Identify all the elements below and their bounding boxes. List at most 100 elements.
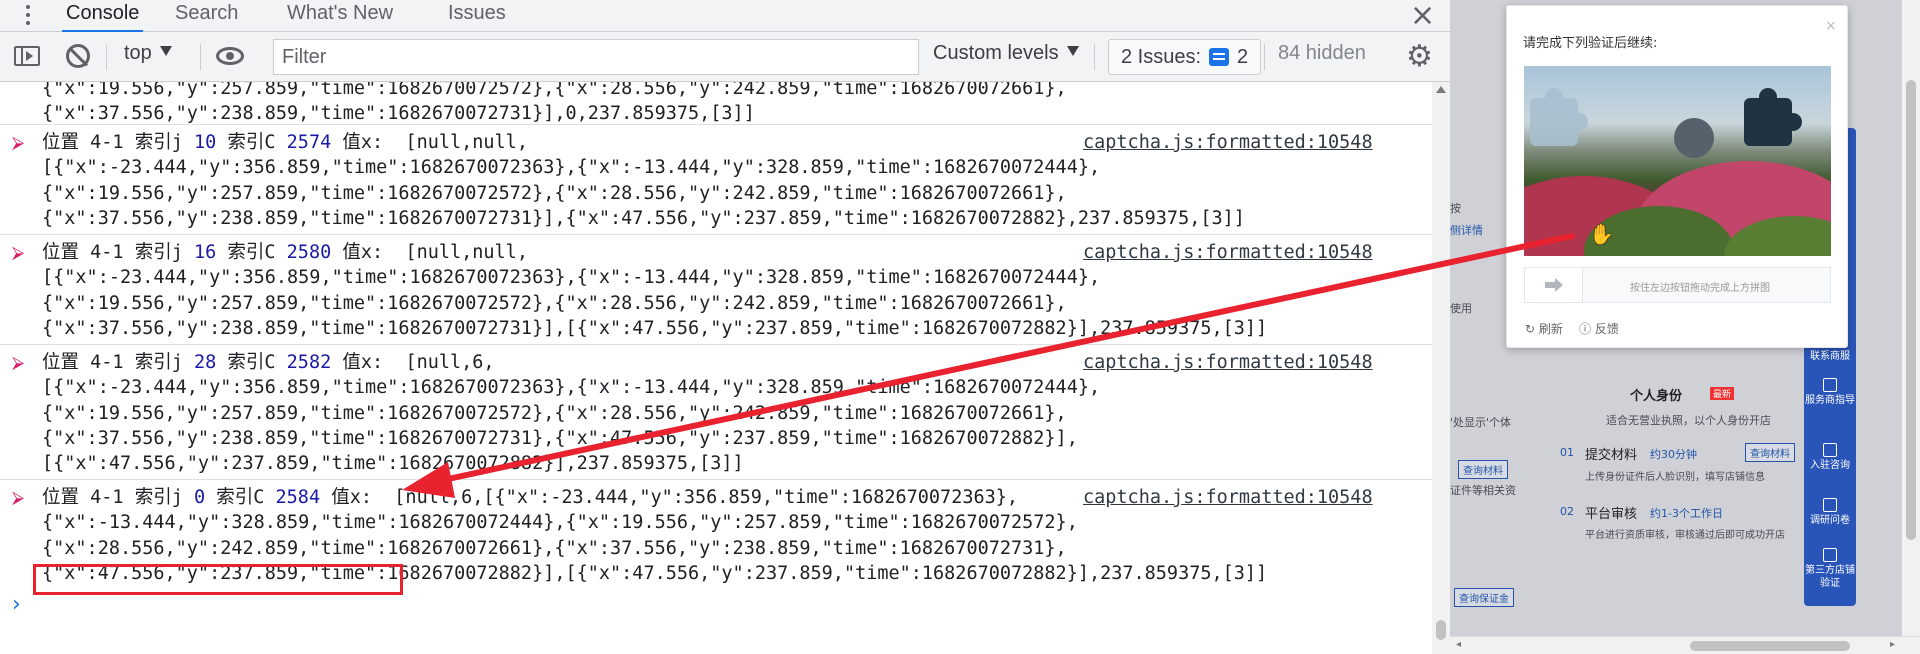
heart-icon — [1823, 443, 1837, 457]
message-line: {"x":37.556,"y":238.859,"time":168267007… — [42, 317, 1268, 339]
context-label: top — [124, 42, 152, 64]
tab-console[interactable]: Console — [62, 0, 144, 32]
page-text: '处显示'个体 — [1450, 416, 1512, 429]
message-line: {"x":37.556,"y":238.859,"time":168267007… — [42, 207, 1245, 229]
source-link[interactable]: captcha.js:formatted:10548 — [1083, 350, 1373, 375]
rail-item-guide[interactable]: 服务商指导 — [1804, 378, 1856, 407]
message-line: {"x":-13.444,"y":328.859,"time":16826700… — [42, 512, 1078, 534]
step-title: 提交材料 — [1585, 448, 1638, 463]
refresh-icon: ↻ — [1525, 322, 1539, 336]
page-link[interactable]: 侧详情 — [1450, 222, 1483, 238]
step-time: 约1-3个工作日 — [1650, 507, 1723, 520]
issues-label: 2 Issues: — [1121, 45, 1202, 68]
filter-input[interactable] — [273, 39, 919, 75]
message-line: [{"x":-23.444,"y":356.859,"time":1682670… — [42, 377, 1101, 399]
message-line: [{"x":-23.444,"y":356.859,"time":1682670… — [42, 267, 1101, 289]
gear-icon[interactable]: ⚙ — [1406, 42, 1433, 72]
captcha-title: 请完成下列验证后继续: — [1523, 36, 1658, 51]
hidden-messages-count: 84 hidden — [1278, 42, 1366, 64]
page-horizontal-scrollbar[interactable]: ◂ ▸ — [1450, 636, 1920, 654]
query-material-button[interactable]: 查询材料 — [1745, 443, 1795, 462]
console-prompt-icon[interactable]: › — [12, 592, 21, 617]
message-line: {"x":28.556,"y":242.859,"time":168267007… — [42, 537, 1067, 559]
new-badge: 最新 — [1710, 387, 1735, 400]
log-arrow-icon: ⮚ — [12, 488, 25, 508]
feedback-button[interactable]: ⓘ 反馈 — [1579, 320, 1619, 337]
source-link[interactable]: captcha.js:formatted:10548 — [1083, 240, 1373, 265]
step-number: 01 — [1560, 446, 1574, 459]
source-link[interactable]: captcha.js:formatted:10548 — [1083, 130, 1373, 155]
scrollbar-thumb[interactable] — [1436, 620, 1446, 640]
source-link[interactable]: captcha.js:formatted:10548 — [1083, 485, 1373, 510]
log-arrow-icon: ⮚ — [12, 353, 25, 373]
tab-whats-new[interactable]: What's New — [283, 0, 397, 32]
survey-icon — [1823, 498, 1837, 512]
log-levels-dropdown[interactable]: Custom levels — [933, 42, 1079, 65]
issues-button[interactable]: 2 Issues: 2 — [1108, 39, 1262, 75]
query-material-button[interactable]: 查询材料 — [1458, 460, 1508, 479]
message-line: {"x":37.556,"y":238.859,"time":168267007… — [42, 103, 755, 124]
tab-search[interactable]: Search — [171, 0, 242, 32]
console-toolbar: top Custom levels 2 Issues: 2 84 hidden … — [0, 32, 1450, 82]
query-deposit-button[interactable]: 查询保证金 — [1454, 588, 1514, 607]
slider-hint: 按住左边按钮拖动完成上方拼图 — [1630, 283, 1770, 294]
scroll-right-icon[interactable]: ▸ — [1890, 639, 1895, 650]
scroll-left-icon[interactable]: ◂ — [1456, 639, 1461, 650]
devtools-tabbar: Console Search What's New Issues × — [0, 0, 1450, 33]
context-selector[interactable]: top — [124, 42, 172, 65]
issues-count: 2 — [1237, 45, 1249, 68]
document-icon — [1823, 378, 1837, 392]
scrollbar-thumb[interactable] — [1906, 80, 1916, 540]
scroll-up-icon[interactable] — [1436, 86, 1446, 93]
step-time: 约30分钟 — [1650, 448, 1697, 461]
rail-item-verify[interactable]: 第三方店铺验证 — [1804, 548, 1856, 590]
step-number: 02 — [1560, 505, 1574, 518]
store-icon — [1823, 548, 1837, 562]
page-scrollbar[interactable] — [1902, 0, 1920, 636]
page-text: 证件等相关资 — [1450, 484, 1516, 497]
slider-handle-arrow-icon[interactable] — [1525, 268, 1583, 302]
page-text: 按 — [1450, 202, 1461, 215]
rail-item-survey[interactable]: 调研问卷 — [1804, 498, 1856, 527]
chevron-down-icon — [159, 46, 172, 56]
log-arrow-icon: ⮚ — [12, 133, 25, 153]
tab-issues[interactable]: Issues — [444, 0, 510, 32]
puzzle-piece[interactable] — [1530, 88, 1588, 146]
rail-item-consult[interactable]: 入驻咨询 — [1804, 443, 1856, 472]
show-sidebar-icon[interactable] — [14, 46, 40, 66]
console-message: ⮚ 位置 4-1 索引j 10 索引C 2574 值x: [null,null,… — [0, 124, 1432, 234]
clear-console-icon[interactable] — [66, 44, 90, 68]
captcha-slider-track[interactable]: 按住左边按钮拖动完成上方拼图 — [1524, 267, 1831, 303]
refresh-button[interactable]: ↻ 刷新 — [1525, 320, 1563, 337]
more-options-icon[interactable] — [20, 0, 36, 30]
rail-item-contact[interactable]: 联系商服 — [1804, 350, 1856, 363]
console-message: ⮚ 位置 4-1 索引j 16 索引C 2580 值x: [null,null,… — [0, 234, 1432, 344]
captcha-dialog: 请完成下列验证后继续: × ✋ 按住左边按钮拖动完成上方拼图 ↻ 刷新 ⓘ 反馈 — [1506, 5, 1848, 348]
message-line: {"x":19.556,"y":257.859,"time":168267007… — [42, 82, 1067, 99]
console-scrollbar[interactable] — [1432, 82, 1450, 654]
message-line: 位置 4-1 索引j 28 索引C 2582 值x: [null,6, — [42, 352, 495, 373]
highlight-annotation-box — [33, 564, 403, 595]
message-line: [{"x":-23.444,"y":356.859,"time":1682670… — [42, 157, 1101, 179]
close-icon[interactable]: × — [1825, 18, 1837, 34]
devtools-panel: Console Search What's New Issues × top C… — [0, 0, 1450, 654]
personal-identity-title: 个人身份 — [1630, 389, 1683, 404]
message-line: {"x":19.556,"y":257.859,"time":168267007… — [42, 292, 1067, 314]
scrollbar-thumb[interactable] — [1690, 641, 1850, 651]
puzzle-gap — [1744, 88, 1802, 146]
info-icon: ⓘ — [1579, 322, 1595, 336]
captcha-puzzle-image: ✋ — [1524, 66, 1831, 256]
close-icon[interactable]: × — [1410, 0, 1435, 33]
live-expression-eye-icon[interactable] — [216, 47, 244, 65]
log-levels-label: Custom levels — [933, 42, 1059, 64]
message-line: {"x":19.556,"y":257.859,"time":168267007… — [42, 402, 1067, 424]
message-line: [{"x":47.556,"y":237.859,"time":16826700… — [42, 453, 744, 475]
console-messages: {"x":19.556,"y":257.859,"time":168267007… — [0, 82, 1432, 654]
step-description: 上传身份证件后人脸识别，填写店铺信息 — [1585, 472, 1765, 483]
hand-cursor-icon: ✋ — [1589, 222, 1614, 246]
previous-message-tail: {"x":19.556,"y":257.859,"time":168267007… — [42, 82, 1067, 126]
console-message: ⮚ 位置 4-1 索引j 28 索引C 2582 值x: [null,6, [{"… — [0, 344, 1432, 479]
step-description: 平台进行资质审核，审核通过后即可成功开店 — [1585, 530, 1785, 541]
log-arrow-icon: ⮚ — [12, 243, 25, 263]
page-text: 使用 — [1450, 302, 1472, 315]
